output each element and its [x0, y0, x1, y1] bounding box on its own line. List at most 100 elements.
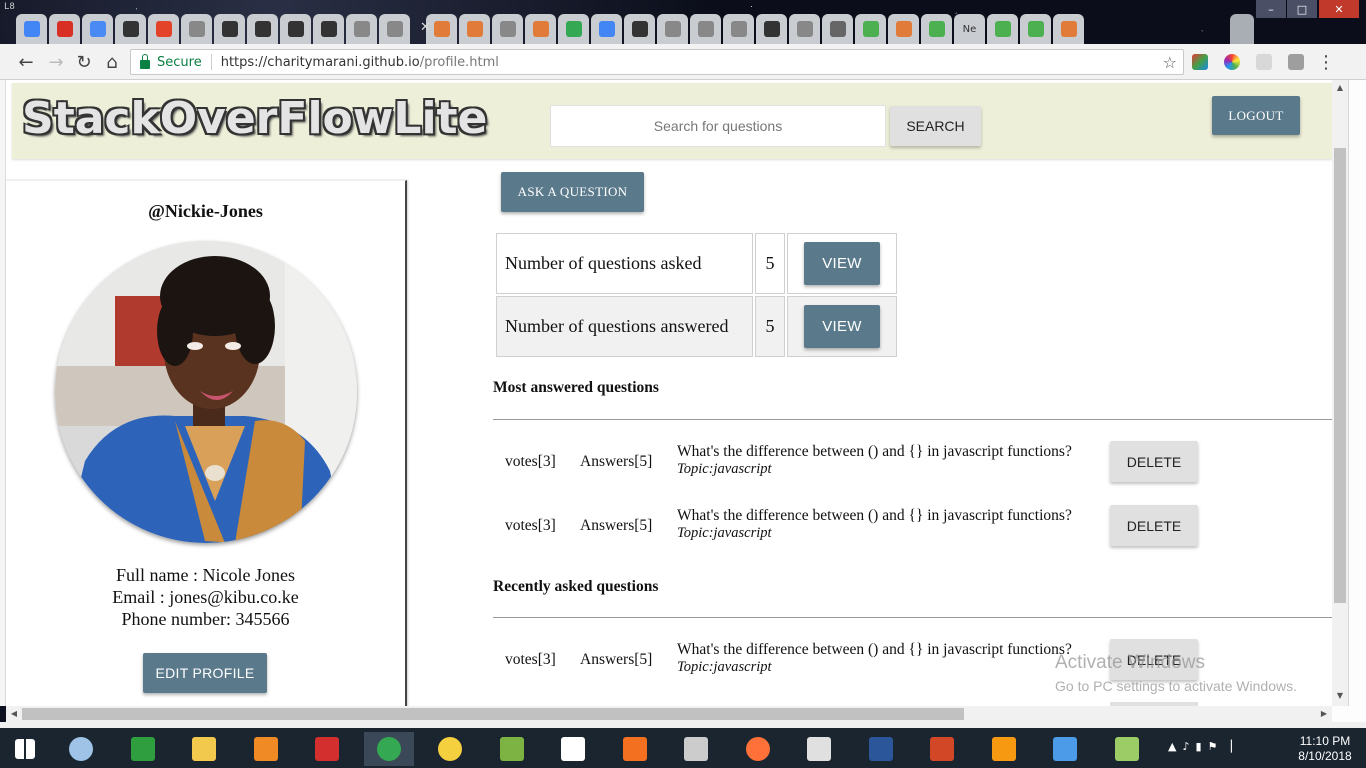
github-icon — [221, 21, 238, 37]
home-icon[interactable]: ⌂ — [100, 50, 124, 74]
ask-question-button[interactable]: ASK A QUESTION — [501, 172, 644, 212]
extension-colorpicker-icon[interactable] — [1224, 54, 1240, 70]
edit-profile-button[interactable]: EDIT PROFILE — [143, 653, 267, 693]
browser-tab[interactable] — [657, 14, 688, 44]
close-tab-icon[interactable]: ✕ — [420, 20, 431, 35]
profile-badge-icon: L8 — [4, 2, 15, 12]
logout-button[interactable]: LOGOUT — [1212, 96, 1300, 135]
taskbar-app[interactable] — [487, 732, 537, 766]
browser-tab[interactable] — [624, 14, 655, 44]
browser-tab[interactable]: Ne — [954, 14, 985, 44]
browser-tab[interactable] — [148, 14, 179, 44]
browser-tab[interactable] — [379, 14, 410, 44]
word-icon — [868, 737, 893, 761]
swagger-icon — [532, 21, 549, 37]
browser-tab[interactable] — [789, 14, 820, 44]
scroll-down-icon[interactable]: ▼ — [1332, 691, 1348, 700]
browser-tab[interactable] — [16, 14, 47, 44]
search-button[interactable]: SEARCH — [890, 106, 981, 146]
taskbar-app[interactable] — [179, 732, 229, 766]
taskbar-app[interactable] — [733, 732, 783, 766]
browser-tab[interactable] — [756, 14, 787, 44]
browser-tab[interactable] — [492, 14, 523, 44]
taskbar-app[interactable] — [0, 732, 50, 766]
browser-tab[interactable] — [921, 14, 952, 44]
taskbar-app[interactable] — [1040, 732, 1090, 766]
browser-tab[interactable] — [855, 14, 886, 44]
browser-tab[interactable] — [987, 14, 1018, 44]
browser-tab[interactable] — [247, 14, 278, 44]
scroll-right-icon[interactable]: ▶ — [1316, 709, 1332, 718]
browser-tab[interactable] — [690, 14, 721, 44]
extension-cube-icon[interactable] — [1256, 54, 1272, 70]
minimize-icon[interactable]: – — [1256, 0, 1286, 18]
view-asked-button[interactable]: VIEW — [804, 242, 880, 285]
powerpoint-icon — [930, 737, 954, 761]
table-row: Number of questions answered 5 VIEW — [496, 296, 897, 357]
browser-tab[interactable] — [346, 14, 377, 44]
taskbar-app[interactable] — [363, 732, 414, 766]
system-tray-icons[interactable]: ▲♪▮⚑▕ — [1168, 740, 1238, 753]
extension-paint-icon[interactable] — [1192, 54, 1208, 70]
new-tab-button[interactable] — [1230, 14, 1254, 44]
taskbar-app[interactable] — [425, 732, 475, 766]
browser-tab[interactable] — [313, 14, 344, 44]
browser-tab[interactable] — [1053, 14, 1084, 44]
start-icon — [15, 739, 35, 759]
taskbar-clock[interactable]: 11:10 PM 8/10/2018 — [1288, 734, 1362, 764]
question-title[interactable]: What's the difference between () and {} … — [677, 443, 1072, 461]
page-viewport: StackOverFlowLite SEARCH LOGOUT @Nickie-… — [0, 80, 1366, 706]
horizontal-scroll-thumb[interactable] — [22, 708, 964, 720]
site-logo[interactable]: StackOverFlowLite — [22, 93, 487, 144]
taskbar-app[interactable] — [56, 732, 106, 766]
delete-question-button[interactable]: DELETE — [1110, 505, 1198, 546]
reload-icon[interactable]: ↻ — [72, 50, 96, 74]
taskbar-app[interactable] — [671, 732, 721, 766]
browser-tab[interactable] — [822, 14, 853, 44]
scroll-up-icon[interactable]: ▲ — [1332, 83, 1348, 92]
taskbar-app[interactable] — [794, 732, 844, 766]
browser-tab[interactable] — [214, 14, 245, 44]
browser-tab[interactable] — [888, 14, 919, 44]
forward-icon[interactable]: → — [44, 50, 68, 74]
delete-question-button[interactable]: DELETE — [1110, 441, 1198, 482]
taskbar-app[interactable] — [979, 732, 1029, 766]
vertical-scroll-thumb[interactable] — [1334, 148, 1346, 603]
taskbar-app[interactable] — [241, 732, 291, 766]
taskbar-app[interactable] — [302, 732, 352, 766]
question-title[interactable]: What's the difference between () and {} … — [677, 507, 1072, 525]
taskbar-app[interactable] — [917, 732, 967, 766]
maximize-icon[interactable]: □ — [1287, 0, 1317, 18]
search-input[interactable] — [550, 105, 886, 147]
spider-icon — [684, 737, 708, 761]
vertical-scrollbar[interactable]: ▲ ▼ — [1332, 80, 1348, 706]
taskbar-app[interactable] — [856, 732, 906, 766]
back-icon[interactable]: ← — [14, 50, 38, 74]
browser-tab[interactable] — [525, 14, 556, 44]
taskbar-app[interactable] — [118, 732, 168, 766]
browser-tab[interactable] — [49, 14, 80, 44]
browser-tab[interactable] — [1020, 14, 1051, 44]
browser-tab[interactable] — [558, 14, 589, 44]
browser-tab[interactable] — [459, 14, 490, 44]
extension-camera-icon[interactable] — [1288, 54, 1304, 70]
browser-tab[interactable] — [723, 14, 754, 44]
menu-kebab-icon[interactable]: ⋮ — [1314, 50, 1338, 74]
address-bar[interactable]: Secure https://charitymarani.github.io/p… — [130, 49, 1184, 75]
bookmark-star-icon[interactable]: ☆ — [1163, 53, 1177, 72]
question-title[interactable]: What's the difference between () and {} … — [677, 641, 1072, 659]
browser-tab[interactable] — [82, 14, 113, 44]
horizontal-scrollbar[interactable]: ◀ ▶ — [6, 706, 1332, 722]
view-answered-button[interactable]: VIEW — [804, 305, 880, 348]
close-window-icon[interactable]: ✕ — [1319, 0, 1359, 18]
scroll-left-icon[interactable]: ◀ — [6, 709, 22, 718]
w3-icon — [862, 21, 879, 37]
google-ads-icon — [23, 21, 40, 37]
taskbar-app[interactable] — [610, 732, 660, 766]
taskbar-app[interactable] — [548, 732, 598, 766]
taskbar-app[interactable] — [1102, 732, 1152, 766]
browser-tab[interactable] — [591, 14, 622, 44]
browser-tab[interactable] — [181, 14, 212, 44]
browser-tab[interactable] — [115, 14, 146, 44]
browser-tab[interactable] — [280, 14, 311, 44]
